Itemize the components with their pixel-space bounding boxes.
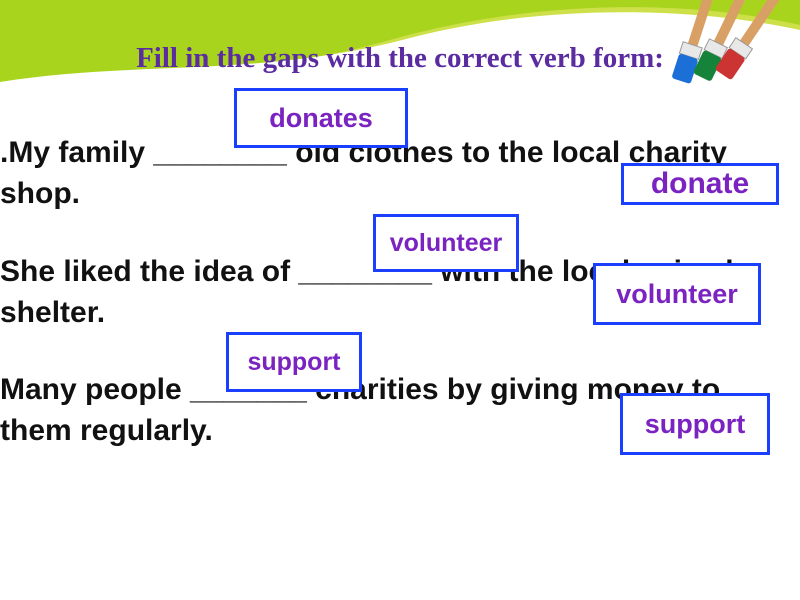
answer-volunteer-side: volunteer: [593, 263, 761, 325]
answer-donate: donate: [621, 163, 779, 205]
answer-support-inline: support: [226, 332, 362, 392]
page-title: Fill in the gaps with the correct verb f…: [0, 42, 800, 75]
answer-volunteer-inline: volunteer: [373, 214, 519, 272]
answer-support-side: support: [620, 393, 770, 455]
answer-donates: donates: [234, 88, 408, 148]
